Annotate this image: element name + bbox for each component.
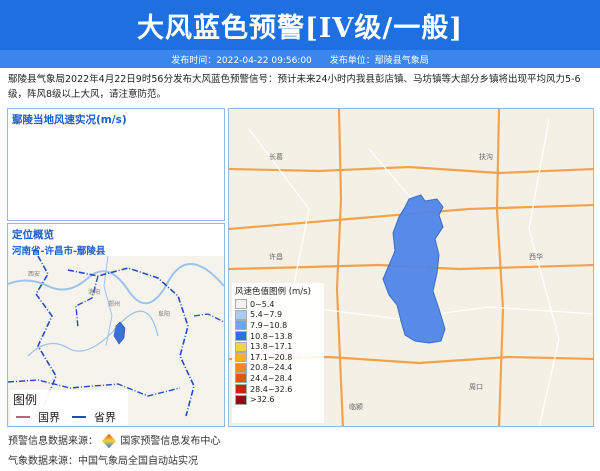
warning-description: 鄢陵县气象局2022年4月22日9时56分发布大风蓝色预警信号：预计未来24小时… xyxy=(8,74,581,100)
legend-range-label: >32.6 xyxy=(250,395,275,405)
warning-source-label: 预警信息数据来源： xyxy=(8,436,98,447)
location-region: 河南省-许昌市-鄢陵县 xyxy=(12,246,106,257)
svg-text:临颍: 临颍 xyxy=(349,402,363,411)
svg-text:许昌: 许昌 xyxy=(269,252,283,261)
legend-swatch xyxy=(235,384,247,395)
wind-legend-row: 10.8~13.8 xyxy=(232,331,324,342)
legend-swatch xyxy=(235,309,247,320)
location-legend: 图例 国界 省界 xyxy=(10,390,128,425)
legend-national-border: 国界 xyxy=(38,411,60,424)
warning-source-line: 预警信息数据来源： 国家预警信息发布中心 xyxy=(8,432,221,449)
warning-title: 大风蓝色预警[IV级/一般] xyxy=(0,0,600,50)
legend-swatch xyxy=(235,394,247,405)
legend-range-label: 13.8~17.1 xyxy=(250,342,293,352)
svg-text:阜阳: 阜阳 xyxy=(158,310,170,318)
meta-bar: 发布时间：2022-04-22 09:56:00 发布单位：鄢陵县气象局 xyxy=(0,50,600,68)
svg-text:郑州: 郑州 xyxy=(108,300,120,308)
wind-legend-row: 24.4~28.4 xyxy=(232,373,324,384)
legend-range-label: 24.4~28.4 xyxy=(250,373,293,383)
publish-time: 发布时间：2022-04-22 09:56:00 xyxy=(171,55,312,66)
location-overview-panel: 定位概览 河南省-许昌市-鄢陵县 洛阳 郑州 西安阜阳 图例 国界 省界 xyxy=(7,223,225,427)
svg-text:扶沟: 扶沟 xyxy=(479,152,493,161)
legend-heading: 图例 xyxy=(13,393,38,407)
wind-legend-row: 0~5.4 xyxy=(232,299,324,310)
wind-legend-row: >32.6 xyxy=(232,394,324,405)
wind-panel-title: 鄢陵当地风速实况(m/s) xyxy=(12,114,127,126)
national-border-line-icon xyxy=(16,416,30,418)
legend-range-label: 7.9~10.8 xyxy=(250,320,288,330)
publisher: 发布单位：鄢陵县气象局 xyxy=(329,55,429,66)
legend-swatch xyxy=(235,320,247,331)
warning-center-logo-icon xyxy=(102,433,117,449)
legend-range-label: 28.4~32.6 xyxy=(250,384,293,394)
legend-swatch xyxy=(235,352,247,363)
wind-legend-row: 7.9~10.8 xyxy=(232,320,324,331)
wind-legend-row: 17.1~20.8 xyxy=(232,352,324,363)
legend-range-label: 20.8~24.4 xyxy=(250,363,293,373)
legend-province-border: 省界 xyxy=(94,411,116,424)
wind-speed-legend: 风速色值图例 (m/s) 0~5.4 5.4~7.9 7.9~10.8 10.8~13… xyxy=(232,283,324,423)
warning-source: 国家预警信息发布中心 xyxy=(120,436,221,447)
legend-swatch xyxy=(235,341,247,352)
wind-legend-title: 风速色值图例 (m/s) xyxy=(235,287,311,297)
wind-legend-row: 28.4~32.6 xyxy=(232,384,324,395)
legend-swatch xyxy=(235,362,247,373)
svg-text:洛阳: 洛阳 xyxy=(88,288,100,296)
svg-text:周口: 周口 xyxy=(469,383,483,391)
legend-range-label: 17.1~20.8 xyxy=(250,352,293,362)
wind-legend-row: 5.4~7.9 xyxy=(232,309,324,321)
legend-swatch xyxy=(235,299,247,310)
legend-swatch xyxy=(235,331,247,342)
legend-swatch xyxy=(235,373,247,384)
wind-speed-panel: 鄢陵当地风速实况(m/s) xyxy=(7,108,225,221)
svg-text:西安: 西安 xyxy=(28,270,40,278)
svg-text:长葛: 长葛 xyxy=(269,152,283,161)
wind-legend-row: 13.8~17.1 xyxy=(232,341,324,352)
svg-text:西华: 西华 xyxy=(529,252,543,261)
weather-source: 气象数据来源：中国气象局全国自动站实况 xyxy=(8,456,198,467)
legend-range-label: 10.8~13.8 xyxy=(250,331,293,341)
province-border-line-icon xyxy=(72,416,86,418)
legend-range-label: 0~5.4 xyxy=(250,299,275,309)
location-panel-title: 定位概览 xyxy=(12,229,54,241)
legend-range-label: 5.4~7.9 xyxy=(250,310,283,320)
wind-legend-row: 20.8~24.4 xyxy=(232,362,324,374)
